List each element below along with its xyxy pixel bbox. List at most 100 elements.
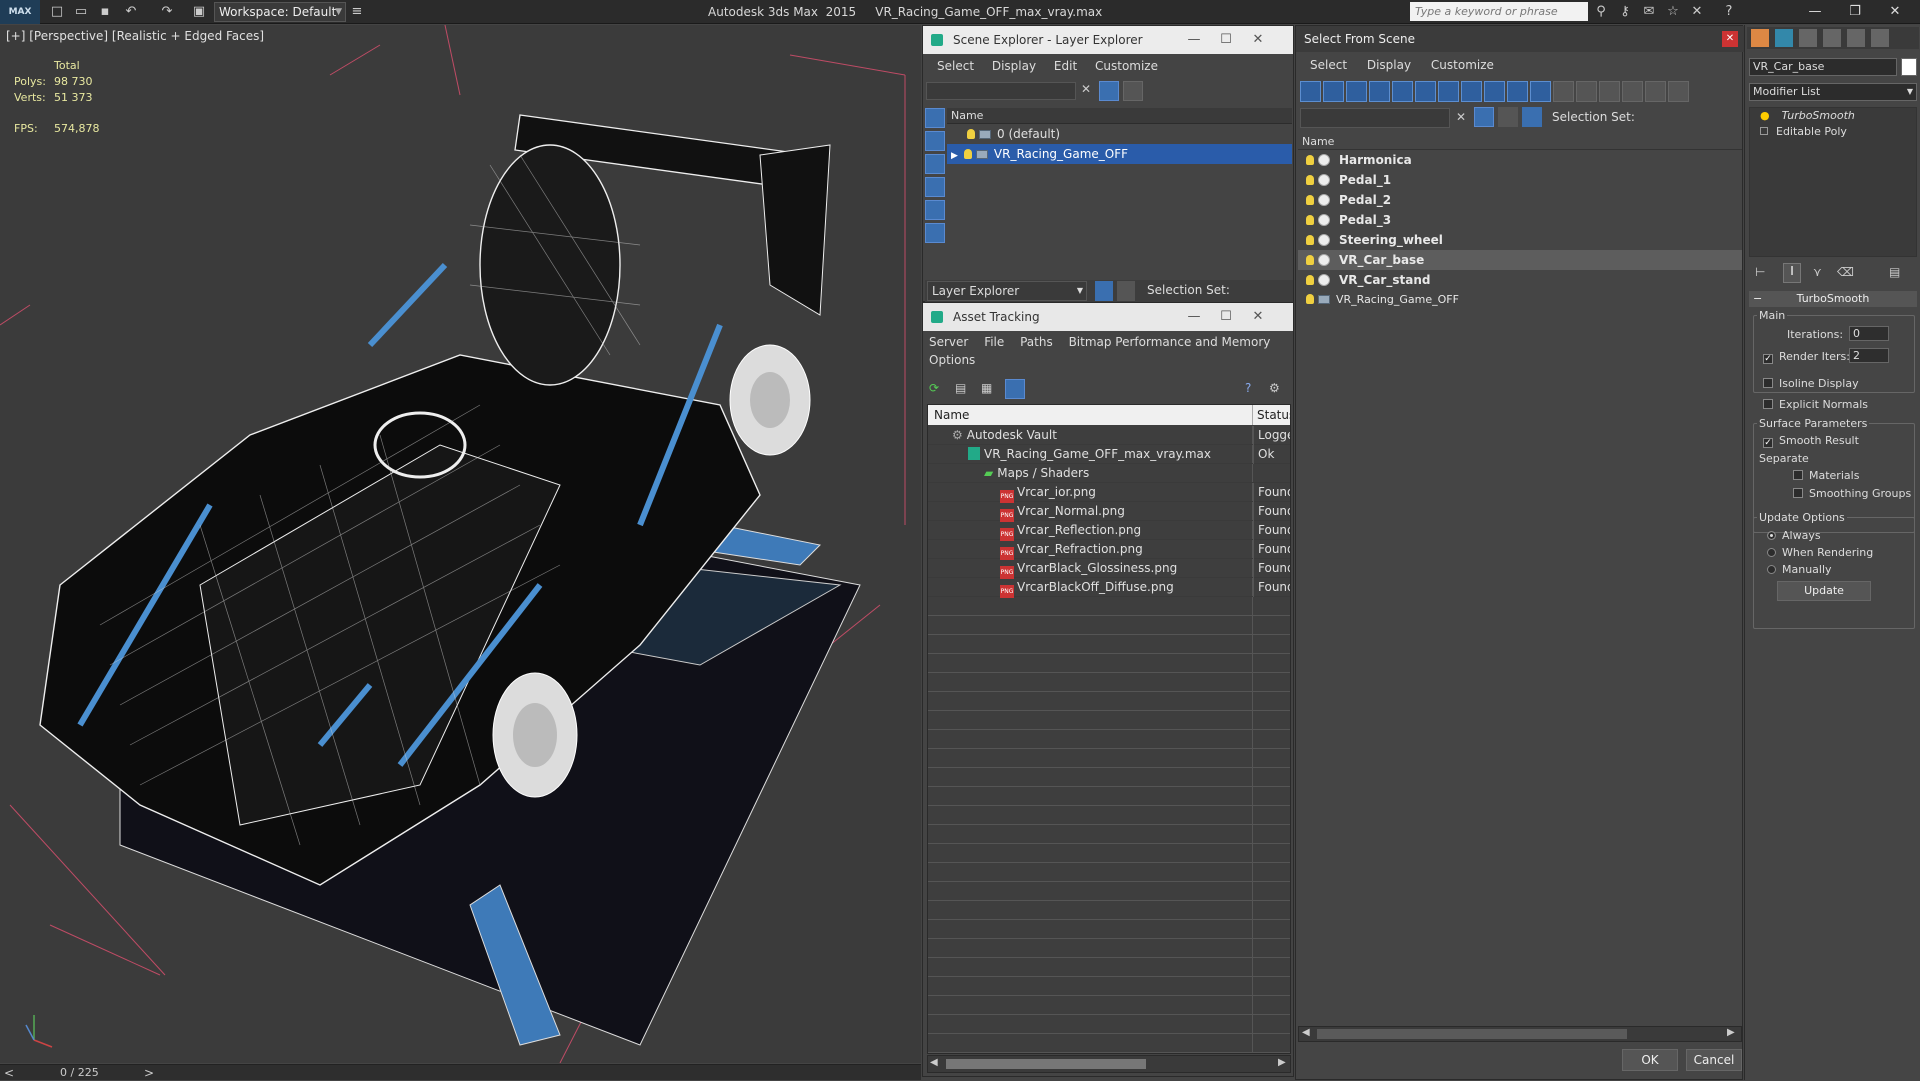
scroll-thumb[interactable]	[1317, 1029, 1627, 1039]
show-end-result-icon[interactable]: I	[1783, 263, 1801, 283]
containers-filter-icon[interactable]	[1507, 81, 1528, 102]
modify-tab-icon[interactable]	[1775, 29, 1793, 47]
ok-button[interactable]: OK	[1622, 1049, 1678, 1071]
light-bulb-icon[interactable]	[1306, 155, 1314, 165]
col-name[interactable]: Name	[928, 408, 969, 422]
menu-file[interactable]: File	[984, 335, 1004, 349]
explicit-normals-checkbox[interactable]: Explicit Normals	[1763, 398, 1868, 411]
display-tab-icon[interactable]	[1847, 29, 1865, 47]
shapes-filter-icon[interactable]	[1323, 81, 1344, 102]
radio-always[interactable]: Always	[1767, 529, 1821, 542]
layer-manager-icon[interactable]	[1095, 281, 1113, 301]
filter-icon[interactable]	[1099, 81, 1119, 101]
select-from-scene-titlebar[interactable]: Select From Scene ✕	[1296, 26, 1744, 52]
asset-row-vault[interactable]: ⚙Autodesk Vault Logged	[928, 426, 1290, 445]
iterations-spinner[interactable]: 0	[1849, 326, 1889, 341]
time-slider[interactable]: < 0 / 225 >	[0, 1064, 921, 1080]
helpers-filter-icon[interactable]	[1392, 81, 1413, 102]
expand-box-icon[interactable]	[1760, 127, 1768, 135]
checkbox-checked[interactable]: ✓	[1763, 438, 1773, 448]
layers-icon[interactable]	[1498, 107, 1518, 127]
restore-button[interactable]: ❐	[1840, 0, 1870, 24]
frozen-filter-icon[interactable]	[1530, 81, 1551, 102]
turbosmooth-rollout-header[interactable]: − TurboSmooth	[1749, 291, 1917, 307]
object-name-field[interactable]: VR_Car_base	[1749, 58, 1897, 76]
filter-icon[interactable]	[1474, 107, 1494, 127]
communication-icon[interactable]: ✉	[1640, 3, 1658, 21]
render-iters-spinner[interactable]: 2	[1849, 348, 1889, 363]
asset-row-png[interactable]: PNG Vrcar_Refraction.png Found	[928, 540, 1290, 560]
asset-row-png[interactable]: PNG Vrcar_Normal.png Found	[928, 502, 1290, 522]
hierarchy-icon[interactable]	[1522, 107, 1542, 127]
object-row-layer[interactable]: VR_Racing_Game_OFF	[1298, 290, 1742, 310]
object-row[interactable]: Pedal_1	[1298, 170, 1742, 190]
list-icon[interactable]: ▤	[955, 381, 966, 395]
menu-customize[interactable]: Customize	[1431, 58, 1494, 72]
select-none-icon[interactable]	[1576, 81, 1597, 102]
minimize-button[interactable]: —	[1800, 0, 1830, 24]
cancel-button[interactable]: Cancel	[1686, 1049, 1742, 1071]
light-bulb-icon[interactable]	[1306, 235, 1314, 245]
asset-row-png[interactable]: PNG VrcarBlackOff_Diffuse.png Found	[928, 578, 1290, 598]
key-icon[interactable]: ⚷	[1616, 3, 1634, 21]
save-icon[interactable]: ▪	[96, 3, 114, 21]
modifier-list-dropdown[interactable]: Modifier List ▼	[1749, 83, 1917, 101]
make-unique-icon[interactable]: ⋎	[1813, 265, 1822, 279]
scroll-thumb[interactable]	[946, 1059, 1146, 1069]
chevron-left-icon[interactable]: ◀	[1302, 1027, 1310, 1038]
lights-filter-icon[interactable]	[1346, 81, 1367, 102]
menu-options[interactable]: Options	[929, 351, 1293, 369]
menu-customize[interactable]: Customize	[1095, 59, 1158, 73]
smoothing-groups-checkbox[interactable]: Smoothing Groups	[1793, 487, 1911, 500]
bones-filter-icon[interactable]	[1484, 81, 1505, 102]
light-bulb-icon[interactable]	[1306, 195, 1314, 205]
select-all-icon[interactable]	[1553, 81, 1574, 102]
settings-icon[interactable]: ⚙	[1269, 381, 1280, 395]
object-row[interactable]: Harmonica	[1298, 150, 1742, 170]
display-cameras-icon[interactable]	[925, 200, 945, 220]
checkbox-unchecked[interactable]	[1763, 378, 1773, 388]
checkbox-checked[interactable]: ✓	[1763, 354, 1773, 364]
minimize-button[interactable]: —	[1179, 26, 1209, 54]
radio-unselected[interactable]	[1767, 548, 1776, 557]
asset-row-png[interactable]: PNG Vrcar_ior.png Found	[928, 483, 1290, 503]
col-status[interactable]: Status	[1252, 405, 1290, 425]
chevron-right-icon[interactable]: ▶	[1727, 1027, 1735, 1038]
light-bulb-icon[interactable]	[1306, 275, 1314, 285]
object-row[interactable]: VR_Car_stand	[1298, 270, 1742, 290]
clear-search-icon[interactable]: ✕	[1081, 82, 1091, 96]
remove-modifier-icon[interactable]: ⌫	[1837, 265, 1854, 279]
workspace-menu-icon[interactable]: ≡	[348, 3, 366, 21]
select-invert-icon[interactable]	[1599, 81, 1620, 102]
maximize-button[interactable]: ☐	[1211, 303, 1241, 331]
binoculars-icon[interactable]: ⚲	[1592, 3, 1610, 21]
light-bulb-icon[interactable]	[967, 129, 975, 139]
layer-search-input[interactable]	[926, 82, 1076, 100]
object-color-swatch[interactable]	[1901, 58, 1917, 76]
table-view-icon[interactable]	[1005, 379, 1025, 399]
chevron-right-icon[interactable]: >	[144, 1065, 154, 1081]
open-file-icon[interactable]: ▭	[72, 3, 90, 21]
smooth-result-checkbox[interactable]: ✓ Smooth Result	[1763, 434, 1859, 448]
utilities-tab-icon[interactable]	[1871, 29, 1889, 47]
star-icon[interactable]: ☆	[1664, 3, 1682, 21]
menu-paths[interactable]: Paths	[1020, 335, 1053, 349]
project-folder-icon[interactable]: ▣	[190, 3, 208, 21]
chevron-left-icon[interactable]: ◀	[930, 1057, 938, 1068]
stack-item-turbosmooth[interactable]: ● TurboSmooth	[1750, 108, 1916, 124]
menu-display[interactable]: Display	[992, 59, 1036, 73]
menu-select[interactable]: Select	[1310, 58, 1347, 72]
layer-row-default[interactable]: 0 (default)	[947, 124, 1292, 144]
menu-bitmap-performance[interactable]: Bitmap Performance and Memory	[1069, 335, 1271, 349]
clear-search-icon[interactable]: ✕	[1456, 110, 1466, 124]
groups-filter-icon[interactable]	[1438, 81, 1459, 102]
object-row-selected[interactable]: VR_Car_base	[1298, 250, 1742, 270]
help-icon[interactable]: ?	[1245, 381, 1251, 395]
checkbox-unchecked[interactable]	[1763, 399, 1773, 409]
close-button[interactable]: ✕	[1243, 26, 1273, 54]
checkbox-unchecked[interactable]	[1793, 488, 1803, 498]
refresh-icon[interactable]: ⟳	[929, 381, 939, 395]
menu-display[interactable]: Display	[1367, 58, 1411, 72]
light-bulb-icon[interactable]	[1306, 294, 1314, 304]
menu-edit[interactable]: Edit	[1054, 59, 1077, 73]
